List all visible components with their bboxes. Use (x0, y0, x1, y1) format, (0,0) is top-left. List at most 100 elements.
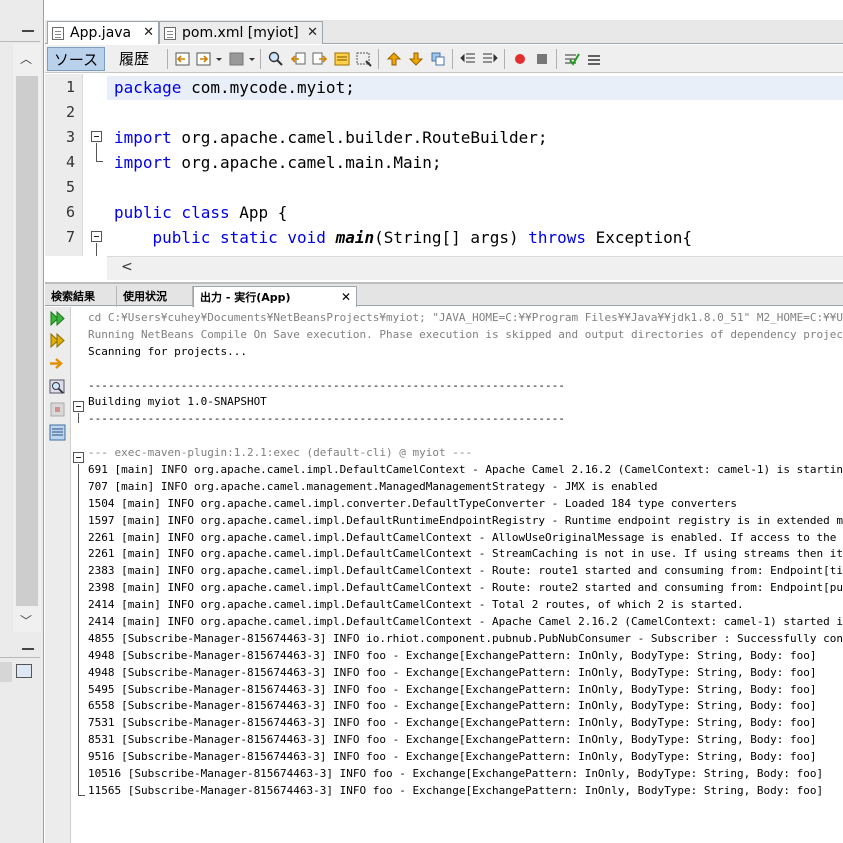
find-prev-icon[interactable] (290, 51, 306, 67)
output-line: 4855 [Subscribe-Manager-815674463-3] INF… (88, 631, 843, 645)
scroll-left-icon[interactable]: < (121, 259, 133, 275)
fold-toggle-icon[interactable] (73, 452, 84, 463)
scroll-down-icon[interactable]: ﹀ (20, 612, 32, 629)
output-line: 7531 [Subscribe-Manager-815674463-3] INF… (88, 716, 817, 730)
find-icon[interactable] (268, 51, 284, 67)
output-window-icon[interactable] (49, 424, 66, 441)
minimize-icon[interactable] (22, 648, 34, 650)
tab-app-java[interactable]: App.java ✕ (47, 21, 159, 44)
output-line: 691 [main] INFO org.apache.camel.impl.De… (88, 463, 843, 477)
editor-toolbar: ソース 履歴 (45, 45, 843, 73)
toggle-bookmark-icon[interactable] (386, 51, 402, 67)
output-line: Scanning for projects... (88, 344, 247, 358)
source-view-tab[interactable]: ソース (47, 47, 105, 71)
tab-label: 出力 - 実行(App) (200, 291, 291, 304)
close-icon[interactable]: ✕ (341, 287, 351, 308)
output-line: ----------------------------------------… (88, 378, 565, 392)
line-number: 1 (65, 78, 75, 96)
tab-search-results[interactable]: 検索結果 (45, 286, 117, 307)
tab-label: App.java (70, 25, 132, 41)
editor-horizontal-scrollbar[interactable]: < (107, 256, 843, 280)
output-line: 4948 [Subscribe-Manager-815674463-3] INF… (88, 648, 817, 662)
output-line: 707 [main] INFO org.apache.camel.managem… (88, 479, 658, 493)
stop-macro-icon[interactable] (534, 51, 550, 67)
output-line: 2414 [main] INFO org.apache.camel.impl.D… (88, 615, 843, 629)
tab-output-run-app[interactable]: 出力 - 実行(App) ✕ (193, 286, 357, 307)
fold-toggle-icon[interactable] (73, 401, 84, 412)
shift-left-icon[interactable] (460, 51, 476, 67)
close-icon[interactable]: ✕ (143, 22, 154, 44)
line-number: 4 (65, 153, 75, 171)
output-line: 4948 [Subscribe-Manager-815674463-3] INF… (88, 665, 817, 679)
output-line: 1597 [main] INFO org.apache.camel.impl.D… (88, 513, 843, 527)
line-number: 6 (65, 203, 75, 221)
line-number: 3 (65, 128, 75, 146)
start-macro-icon[interactable] (512, 51, 528, 67)
toggle-highlight-icon[interactable] (334, 51, 350, 67)
shift-right-icon[interactable] (482, 51, 498, 67)
next-bookmark-icon[interactable] (430, 51, 446, 67)
scroll-up-icon[interactable]: ︿ (20, 50, 32, 67)
back-icon[interactable] (175, 51, 191, 67)
check-icon[interactable] (564, 51, 580, 67)
find-selection-icon[interactable] (356, 51, 372, 67)
check-icon[interactable] (0, 662, 12, 682)
code-line-6[interactable]: public class App { (114, 200, 287, 225)
left-panel-scroll-thumb[interactable] (16, 76, 38, 606)
output-line: Running NetBeans Compile On Save executi… (88, 327, 843, 341)
code-line-7[interactable]: public static void main(String[] args) t… (114, 225, 692, 250)
prev-bookmark-icon[interactable] (408, 51, 424, 67)
output-step-icon[interactable] (49, 401, 66, 418)
output-line: 2261 [main] INFO org.apache.camel.impl.D… (88, 547, 843, 561)
output-line: 11565 [Subscribe-Manager-815674463-3] IN… (88, 783, 824, 797)
tab-label: pom.xml [myiot] (182, 25, 299, 41)
code-line-1[interactable]: package com.mycode.myiot; (114, 75, 355, 100)
line-number: 7 (65, 228, 75, 246)
tab-usages[interactable]: 使用状況 (117, 286, 193, 307)
close-icon[interactable]: ✕ (307, 22, 318, 44)
output-console[interactable]: cd C:¥Users¥cuhey¥Documents¥NetBeansProj… (88, 310, 843, 843)
chevron-down-icon[interactable] (248, 51, 256, 67)
output-line: 6558 [Subscribe-Manager-815674463-3] INF… (88, 699, 817, 713)
xml-file-icon (164, 27, 176, 40)
output-line: cd C:¥Users¥cuhey¥Documents¥NetBeansProj… (88, 311, 843, 324)
output-fold-column (71, 307, 85, 843)
fold-toggle-icon[interactable] (91, 131, 102, 142)
fold-toggle-icon[interactable] (91, 231, 102, 242)
output-line: 1504 [main] INFO org.apache.camel.impl.c… (88, 496, 738, 510)
window-icon[interactable] (16, 664, 32, 678)
left-side-panel: ︿ ﹀ (0, 0, 44, 843)
line-number: 5 (65, 178, 75, 196)
settings-icon[interactable] (49, 378, 66, 395)
left-panel-header (0, 18, 40, 42)
code-line-4[interactable]: import org.apache.camel.main.Main; (114, 150, 442, 175)
tab-pom-xml[interactable]: pom.xml [myiot] ✕ (159, 21, 323, 44)
last-edit-icon[interactable] (229, 51, 245, 67)
output-line: 10516 [Subscribe-Manager-815674463-3] IN… (88, 767, 824, 781)
history-view-tab[interactable]: 履歴 (109, 47, 159, 71)
rerun-with-options-icon[interactable] (49, 332, 66, 349)
output-line: 2261 [main] INFO org.apache.camel.impl.D… (88, 530, 843, 544)
find-next-icon[interactable] (312, 51, 328, 67)
minimize-icon[interactable] (22, 30, 34, 32)
left-panel-lower-header (0, 636, 40, 658)
output-line: Building myiot 1.0-SNAPSHOT (88, 395, 267, 409)
code-line-3[interactable]: import org.apache.camel.builder.RouteBui… (114, 125, 547, 150)
output-line: 2383 [main] INFO org.apache.camel.impl.D… (88, 564, 843, 578)
code-fold-column (84, 74, 106, 256)
editor-tab-bar: App.java ✕ pom.xml [myiot] ✕ (45, 20, 843, 44)
stop-icon[interactable] (49, 355, 66, 372)
rerun-icon[interactable] (49, 310, 66, 327)
forward-icon[interactable] (196, 51, 212, 67)
chevron-down-icon[interactable] (215, 51, 223, 67)
code-editor[interactable]: 1 2 3 4 5 6 7 package com.mycode.myiot; … (45, 74, 843, 256)
output-line: --- exec-maven-plugin:1.2.1:exec (defaul… (88, 446, 473, 460)
line-number: 2 (65, 103, 75, 121)
output-line: 8531 [Subscribe-Manager-815674463-3] INF… (88, 733, 817, 747)
output-line: ----------------------------------------… (88, 412, 565, 426)
output-tab-bar: 検索結果 使用状況 出力 - 実行(App) ✕ (45, 282, 843, 307)
comment-icon[interactable] (586, 51, 602, 67)
output-line: 2414 [main] INFO org.apache.camel.impl.D… (88, 598, 744, 612)
